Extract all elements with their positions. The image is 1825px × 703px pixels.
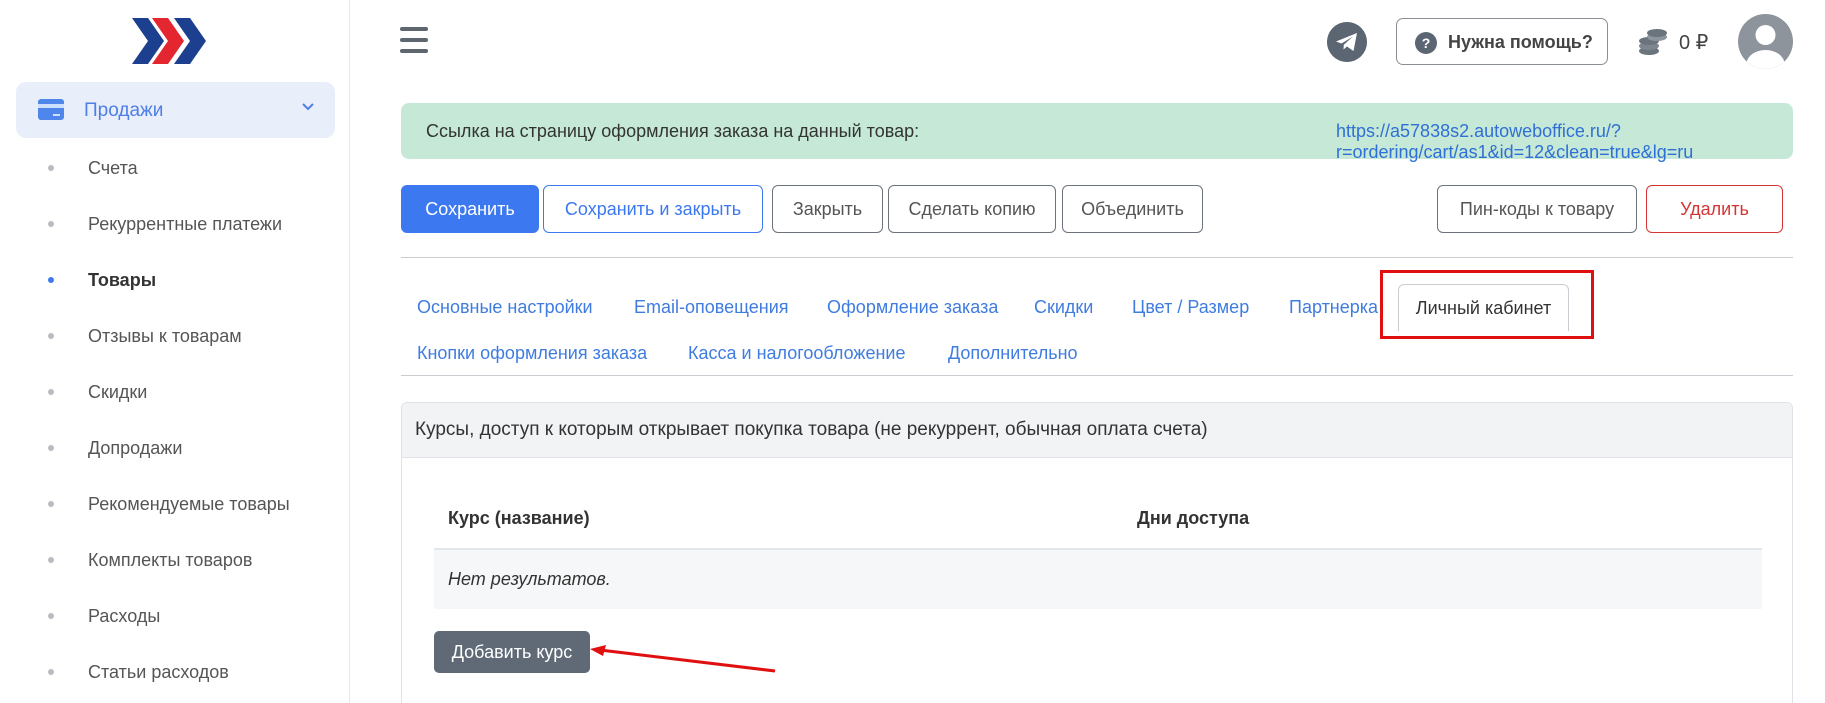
bullet-icon [48, 333, 54, 339]
bullet-icon [48, 221, 54, 227]
tab-cashbox-taxes[interactable]: Касса и налогообложение [688, 343, 906, 364]
sidebar-section-label: Продажи [84, 100, 164, 121]
question-icon: ? [1415, 32, 1437, 54]
table-row: Нет результатов. [434, 550, 1762, 609]
bullet-icon [48, 389, 54, 395]
order-link-banner: Ссылка на страницу оформления заказа на … [401, 103, 1793, 162]
save-button[interactable]: Сохранить [401, 185, 539, 233]
pin-codes-button[interactable]: Пин-коды к товару [1437, 185, 1637, 233]
sidebar-item-products[interactable]: Товары [0, 252, 350, 308]
sidebar-item-label: Рекуррентные платежи [88, 213, 283, 234]
sidebar-item-label: Товары [88, 269, 157, 290]
column-header-access-days[interactable]: Дни доступа [1137, 508, 1249, 529]
sidebar-item-label: Расходы [88, 605, 161, 626]
sidebar-item-invoices[interactable]: Счета [0, 140, 350, 196]
bullet-icon [48, 445, 54, 451]
help-button-label: Нужна помощь? [1448, 32, 1593, 52]
bullet-icon [48, 277, 54, 283]
sidebar-item-expense-items[interactable]: Статьи расходов [0, 644, 350, 700]
tab-discounts[interactable]: Скидки [1034, 297, 1093, 318]
sidebar-item-label: Отзывы к товарам [88, 325, 242, 346]
add-course-button[interactable]: Добавить курс [434, 631, 590, 673]
sidebar-item-bundles[interactable]: Комплекты товаров [0, 532, 350, 588]
sidebar: Продажи Счета Рекуррентные платежи Товар… [0, 0, 350, 703]
panel-header: Курсы, доступ к которым открывает покупк… [402, 403, 1792, 458]
tab-affiliate[interactable]: Партнерка [1289, 297, 1378, 318]
sidebar-item-expenses[interactable]: Расходы [0, 588, 350, 644]
balance-amount: 0 ₽ [1679, 31, 1709, 54]
tab-additional[interactable]: Дополнительно [948, 343, 1078, 364]
sidebar-item-upsells[interactable]: Допродажи [0, 420, 350, 476]
divider [401, 257, 1793, 258]
bullet-icon [48, 501, 54, 507]
sidebar-item-label: Допродажи [88, 437, 183, 458]
sidebar-item-discounts[interactable]: Скидки [0, 364, 350, 420]
sidebar-item-label: Скидки [88, 381, 148, 402]
make-copy-button[interactable]: Сделать копию [888, 185, 1056, 233]
close-button[interactable]: Закрыть [772, 185, 883, 233]
user-icon [1746, 25, 1785, 69]
avatar[interactable] [1738, 14, 1793, 69]
annotation-arrow-icon [590, 645, 776, 673]
sidebar-item-label: Рекомендуемые товары [88, 493, 290, 514]
tab-color-size[interactable]: Цвет / Размер [1132, 297, 1249, 318]
panel-title: Курсы, доступ к которым открывает покупк… [415, 419, 1208, 440]
telegram-icon[interactable] [1327, 22, 1367, 62]
bullet-icon [48, 557, 54, 563]
column-header-course[interactable]: Курс (название) [448, 508, 590, 529]
bullet-icon [48, 669, 54, 675]
tabs-divider [401, 375, 1793, 376]
sidebar-item-label: Статьи расходов [88, 661, 229, 682]
balance[interactable]: 0 ₽ [1637, 26, 1708, 58]
tab-order-buttons[interactable]: Кнопки оформления заказа [417, 343, 647, 364]
tab-main-settings[interactable]: Основные настройки [417, 297, 593, 318]
sidebar-item-reviews[interactable]: Отзывы к товарам [0, 308, 350, 364]
sidebar-item-label: Комплекты товаров [88, 549, 253, 570]
bullet-icon [48, 613, 54, 619]
sidebar-item-label: Счета [88, 157, 138, 178]
order-link-label: Ссылка на страницу оформления заказа на … [426, 121, 920, 141]
bullet-icon [48, 165, 54, 171]
logo-icon[interactable] [132, 18, 212, 64]
order-link[interactable]: https://a57838s2.autoweboffice.ru/?r=ord… [1336, 121, 1793, 163]
sidebar-section-sales[interactable]: Продажи [16, 82, 335, 138]
sidebar-item-recurring[interactable]: Рекуррентные платежи [0, 196, 350, 252]
coins-icon [1639, 29, 1667, 55]
delete-button[interactable]: Удалить [1646, 185, 1783, 233]
credit-card-icon [38, 99, 64, 120]
tab-email-notifications[interactable]: Email-оповещения [634, 297, 789, 318]
help-button[interactable]: ? Нужна помощь? [1396, 18, 1608, 65]
tab-order-checkout[interactable]: Оформление заказа [827, 297, 998, 318]
sidebar-item-recommended[interactable]: Рекомендуемые товары [0, 476, 350, 532]
empty-results-text: Нет результатов. [448, 569, 611, 589]
merge-button[interactable]: Объединить [1062, 185, 1203, 233]
save-and-close-button[interactable]: Сохранить и закрыть [543, 185, 763, 233]
chevron-down-icon [302, 103, 314, 111]
hamburger-menu-icon[interactable] [400, 27, 428, 53]
sidebar-menu: Счета Рекуррентные платежи Товары Отзывы… [0, 140, 350, 700]
highlight-frame [1380, 270, 1594, 339]
